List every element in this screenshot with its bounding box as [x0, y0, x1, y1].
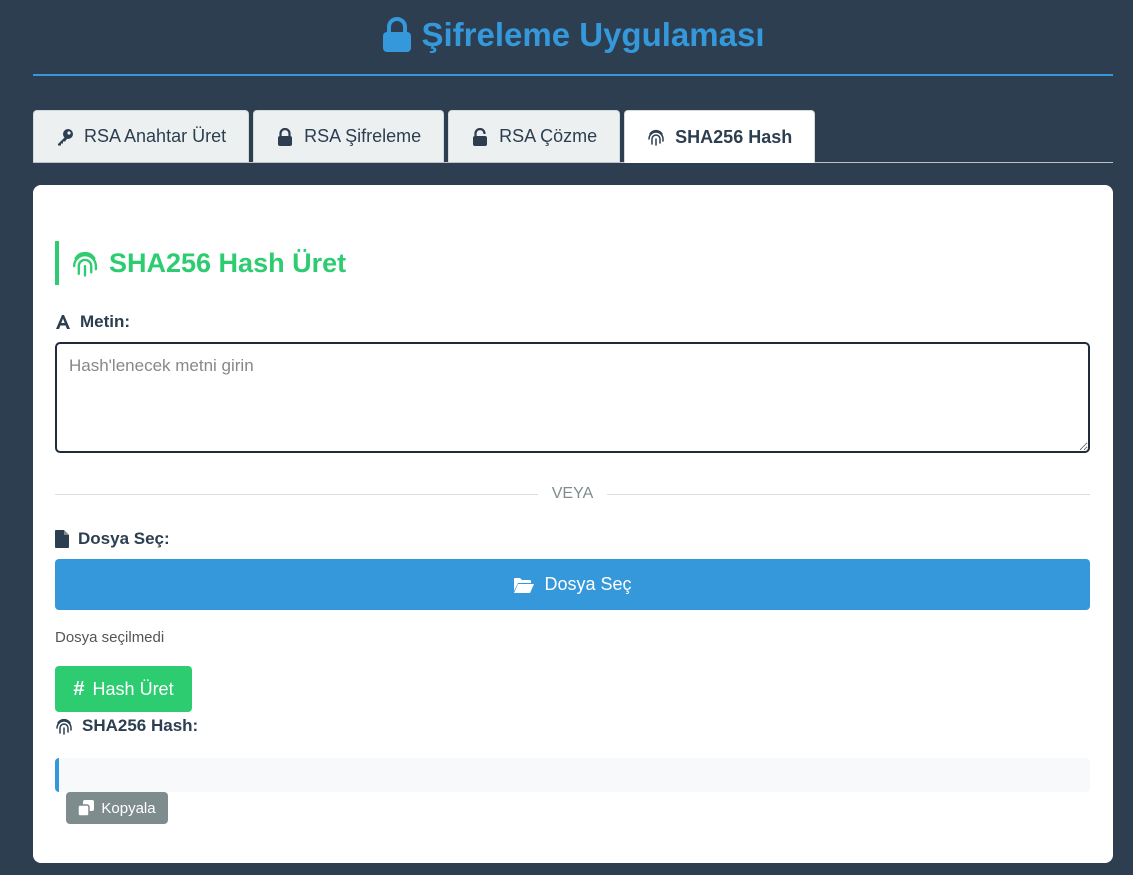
- panel-title-text: SHA256 Hash Üret: [109, 247, 347, 278]
- hash-panel: SHA256 Hash Üret Metin: VEYA Dosya Seç: …: [33, 185, 1113, 863]
- hashtag-icon: #: [73, 677, 85, 700]
- result-label-text: SHA256 Hash:: [82, 716, 199, 735]
- divider-line: [607, 493, 1090, 495]
- divider-text: VEYA: [551, 485, 594, 502]
- copy-button-label: Kopyala: [101, 799, 156, 817]
- generate-hash-button-label: Hash Üret: [92, 678, 174, 699]
- tab-label: RSA Şifreleme: [304, 126, 422, 146]
- fingerprint-icon: [56, 718, 72, 735]
- folder-open-icon: [514, 577, 535, 593]
- tab-label: RSA Çözme: [499, 126, 598, 146]
- app-title: Şifreleme Uygulaması: [382, 16, 765, 54]
- text-label: Metin:: [55, 312, 130, 332]
- app-header: Şifreleme Uygulaması: [33, 0, 1113, 76]
- divider-line: [55, 493, 538, 495]
- tab-label: SHA256 Hash: [675, 126, 793, 147]
- file-status: Dosya seçilmedi: [55, 629, 165, 646]
- tab-bar: RSA Anahtar Üret RSA Şifreleme RSA Çözme…: [33, 110, 1113, 163]
- file-icon: [55, 530, 69, 548]
- tab-rsa-decrypt[interactable]: RSA Çözme: [448, 110, 621, 162]
- generate-hash-button[interactable]: # Hash Üret: [55, 666, 192, 712]
- font-icon: [56, 315, 70, 329]
- lock-icon: [278, 127, 293, 146]
- result-label: SHA256 Hash:: [55, 716, 198, 736]
- key-icon: [58, 128, 73, 145]
- lock-icon: [382, 17, 411, 52]
- tab-rsa-keygen[interactable]: RSA Anahtar Üret: [33, 110, 250, 162]
- or-divider: VEYA: [55, 482, 1090, 506]
- tab-rsa-encrypt[interactable]: RSA Şifreleme: [253, 110, 445, 162]
- unlock-icon: [473, 127, 488, 146]
- choose-file-button[interactable]: Dosya Seç: [55, 559, 1090, 610]
- tab-label: RSA Anahtar Üret: [84, 126, 227, 146]
- text-label-text: Metin:: [80, 312, 131, 331]
- hash-result-output[interactable]: [55, 758, 1090, 792]
- tab-sha256[interactable]: SHA256 Hash: [624, 110, 816, 163]
- choose-file-button-label: Dosya Seç: [544, 574, 632, 594]
- panel-title: SHA256 Hash Üret: [55, 241, 346, 285]
- app-title-text: Şifreleme Uygulaması: [421, 16, 765, 53]
- fingerprint-icon: [648, 129, 664, 146]
- copy-button[interactable]: Kopyala: [66, 792, 168, 824]
- file-label-text: Dosya Seç:: [78, 529, 170, 548]
- text-input[interactable]: [55, 342, 1090, 453]
- copy-icon: [78, 800, 95, 816]
- fingerprint-icon: [72, 251, 98, 277]
- file-label: Dosya Seç:: [55, 529, 170, 549]
